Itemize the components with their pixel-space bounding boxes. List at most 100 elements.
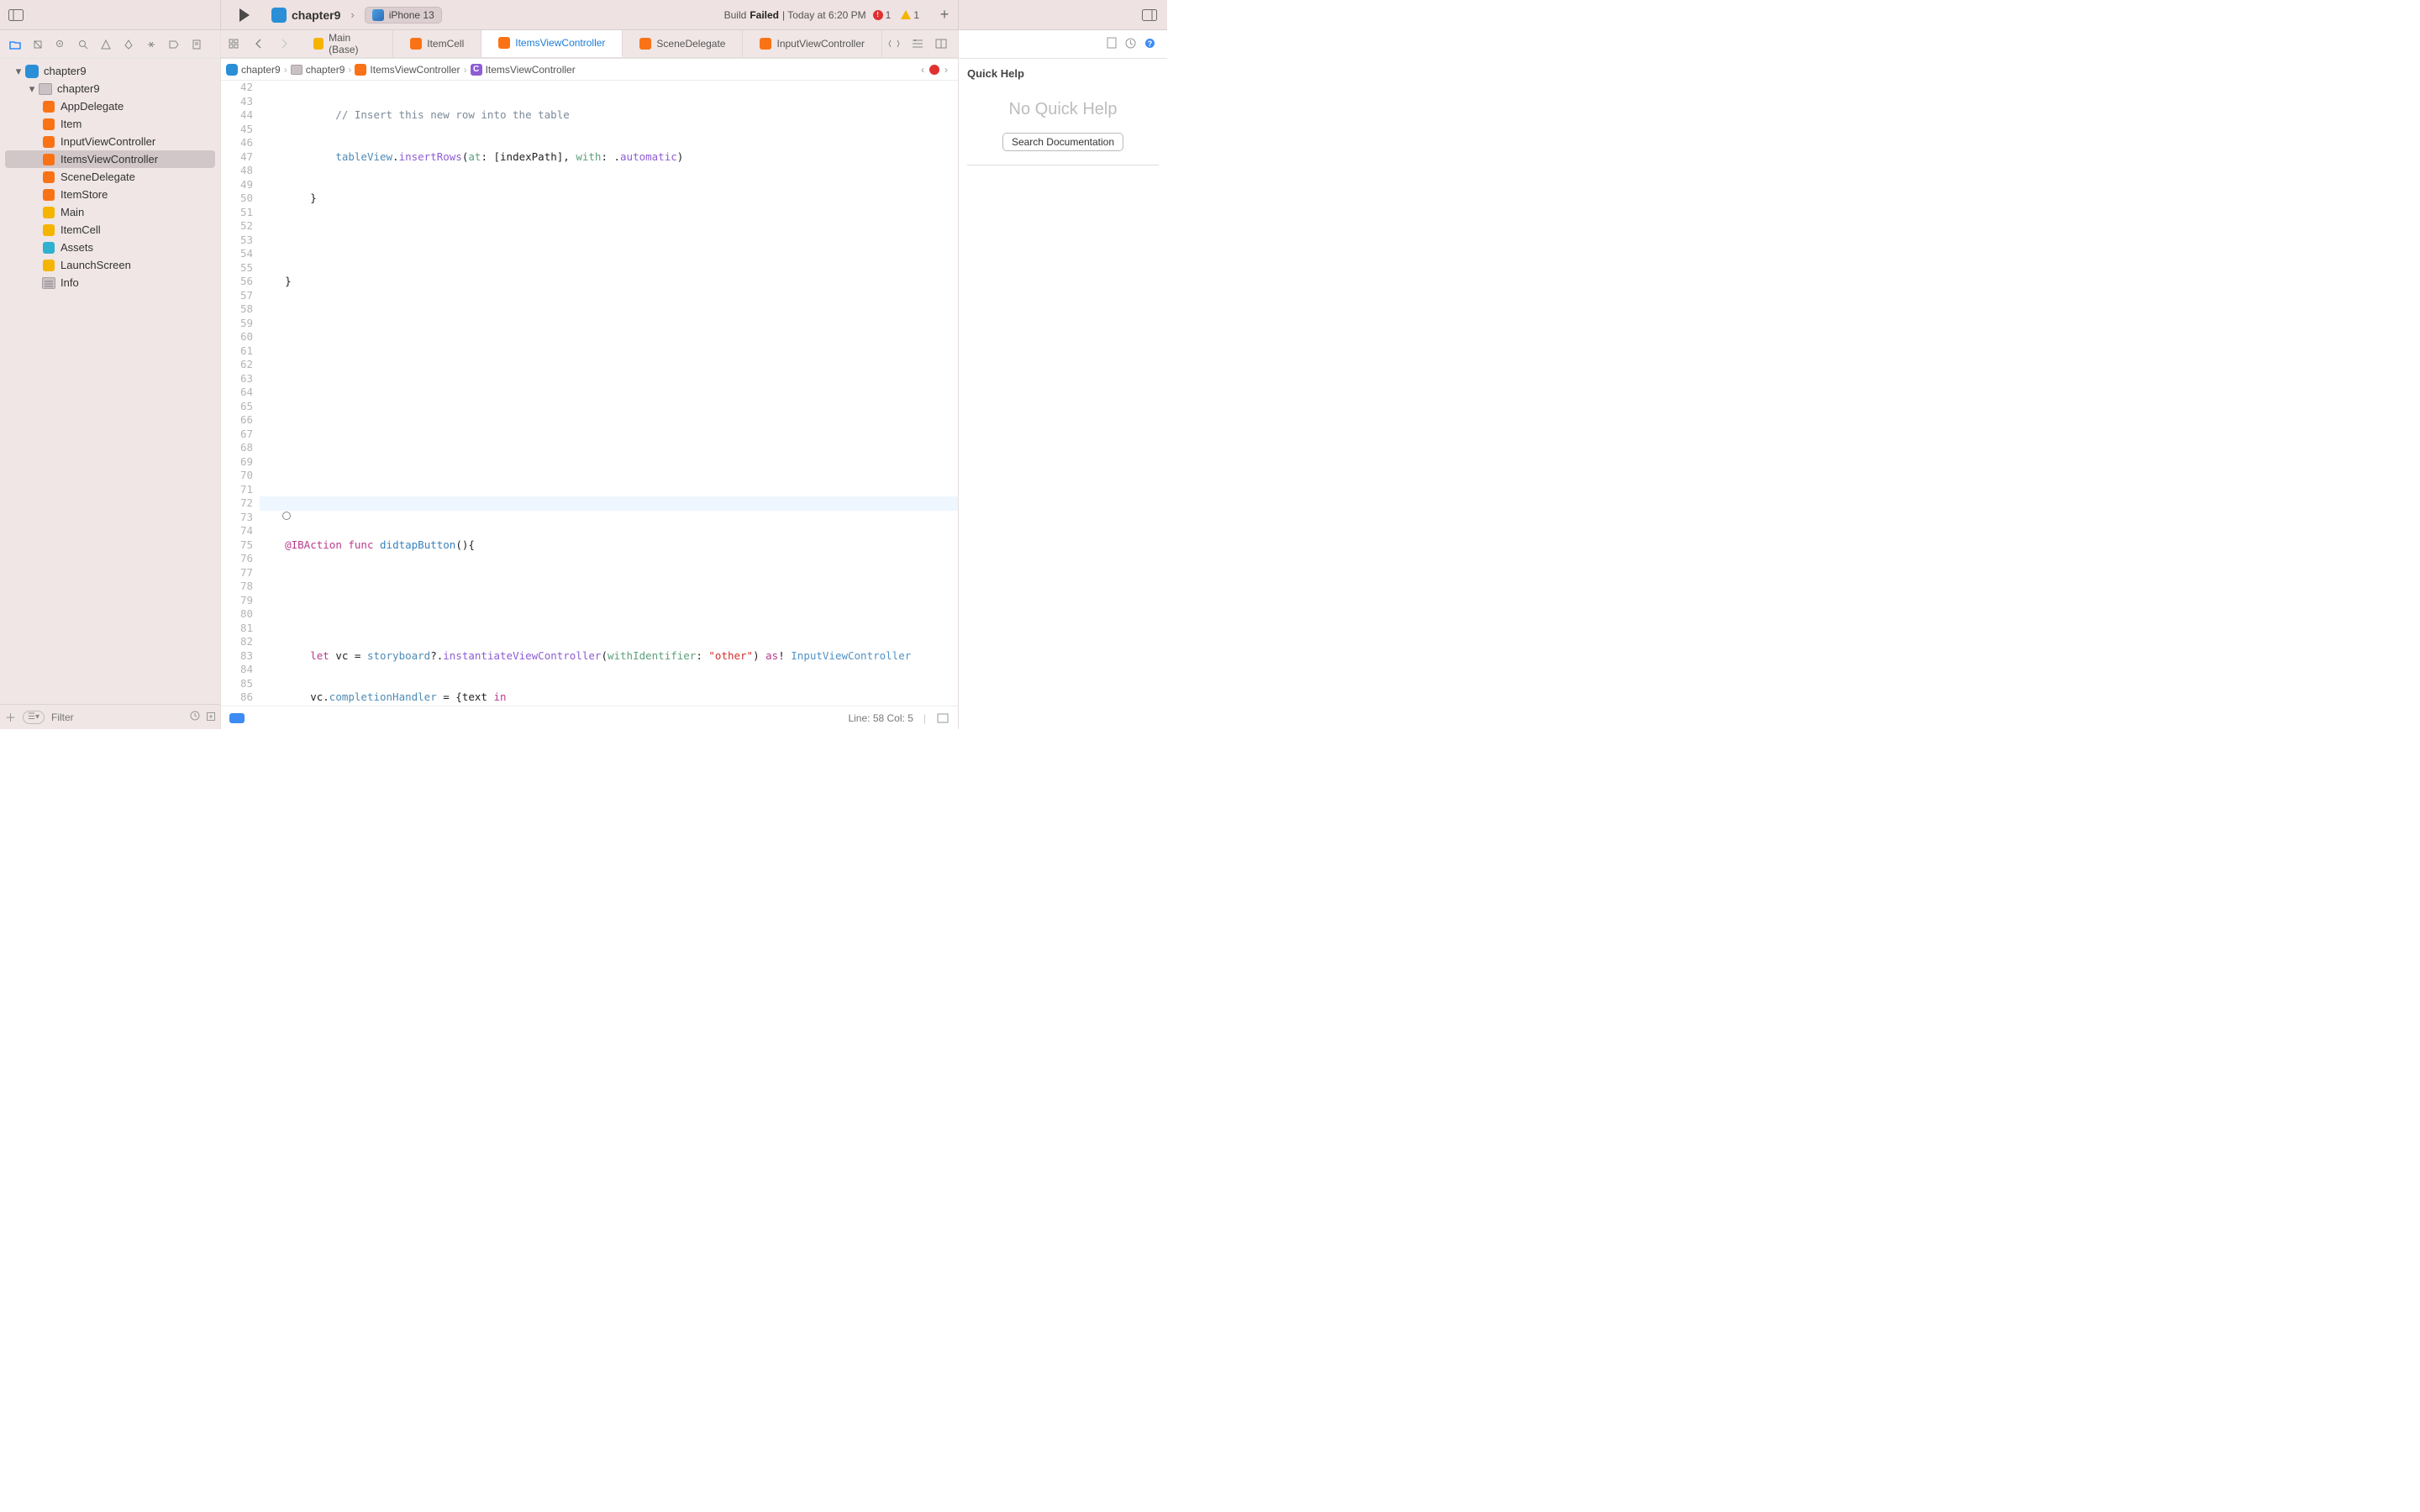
go-forward-icon[interactable] bbox=[271, 30, 297, 57]
gutter-line-number[interactable]: 85 bbox=[221, 677, 253, 691]
gutter-line-number[interactable]: 79 bbox=[221, 594, 253, 608]
gutter-line-number[interactable]: 51 bbox=[221, 206, 253, 220]
prev-issue-icon[interactable]: ‹ bbox=[916, 64, 929, 76]
add-file-icon[interactable]: ＋ bbox=[5, 709, 16, 725]
gutter-line-number[interactable]: 46 bbox=[221, 136, 253, 150]
gutter-line-number[interactable]: 81 bbox=[221, 622, 253, 636]
code-area[interactable]: 4243444546474849505152535455565758596061… bbox=[221, 81, 958, 706]
quick-help-inspector-icon[interactable]: ? bbox=[1144, 38, 1155, 51]
gutter-line-number[interactable]: 57 bbox=[221, 289, 253, 303]
recent-files-icon[interactable] bbox=[882, 39, 906, 49]
gutter-line-number[interactable]: 70 bbox=[221, 469, 253, 483]
activity-view[interactable]: Build Failed | Today at 6:20 PM ! 1 1 bbox=[724, 9, 931, 21]
history-inspector-icon[interactable] bbox=[1125, 38, 1136, 51]
gutter-line-number[interactable]: 73 bbox=[221, 511, 253, 525]
tab-itemsviewcontroller[interactable]: ItemsViewController bbox=[481, 30, 623, 57]
gutter-line-number[interactable]: 74 bbox=[221, 524, 253, 538]
project-navigator-icon[interactable] bbox=[3, 30, 26, 58]
gutter-line-number[interactable]: 63 bbox=[221, 372, 253, 386]
gutter-line-number[interactable]: 61 bbox=[221, 344, 253, 359]
source-control-navigator-icon[interactable] bbox=[26, 30, 49, 58]
disclosure-icon[interactable]: ▾ bbox=[27, 82, 37, 96]
error-icon[interactable] bbox=[929, 65, 939, 75]
jump-segment[interactable]: ItemsViewController bbox=[486, 64, 576, 76]
gutter-line-number[interactable]: 75 bbox=[221, 538, 253, 553]
tree-file-inputviewcontroller[interactable]: InputViewController bbox=[0, 133, 220, 150]
gutter-line-number[interactable]: 50 bbox=[221, 192, 253, 206]
gutter-line-number[interactable]: 49 bbox=[221, 178, 253, 192]
test-navigator-icon[interactable] bbox=[117, 30, 139, 58]
gutter-line-number[interactable]: 72 bbox=[221, 496, 253, 511]
gutter-line-number[interactable]: 80 bbox=[221, 607, 253, 622]
breakpoint-navigator-icon[interactable] bbox=[162, 30, 185, 58]
jump-bar[interactable]: chapter9 › chapter9 › ItemsViewControlle… bbox=[221, 59, 958, 81]
tab-itemcell[interactable]: ItemCell bbox=[393, 30, 481, 57]
filter-input[interactable] bbox=[51, 711, 183, 723]
debug-navigator-icon[interactable] bbox=[139, 30, 162, 58]
gutter-line-number[interactable]: 64 bbox=[221, 386, 253, 400]
gutter-line-number[interactable]: 83 bbox=[221, 649, 253, 664]
gutter-line-number[interactable]: 76 bbox=[221, 552, 253, 566]
tree-group[interactable]: ▾ chapter9 bbox=[0, 80, 220, 97]
search-documentation-button[interactable]: Search Documentation bbox=[1002, 133, 1123, 151]
add-editor-icon[interactable] bbox=[929, 39, 953, 49]
library-toggle-icon[interactable] bbox=[1140, 6, 1159, 24]
tree-file-scenedelegate[interactable]: SceneDelegate bbox=[0, 168, 220, 186]
gutter-line-number[interactable]: 48 bbox=[221, 164, 253, 178]
tree-file-appdelegate[interactable]: AppDelegate bbox=[0, 97, 220, 115]
jump-segment[interactable]: ItemsViewController bbox=[370, 64, 460, 76]
gutter-line-number[interactable]: 54 bbox=[221, 247, 253, 261]
gutter-line-number[interactable]: 53 bbox=[221, 234, 253, 248]
gutter-line-number[interactable]: 42 bbox=[221, 81, 253, 95]
tab-scenedelegate[interactable]: SceneDelegate bbox=[623, 30, 743, 57]
new-tab-button[interactable]: + bbox=[931, 6, 958, 24]
issue-navigator-icon[interactable] bbox=[94, 30, 117, 58]
gutter-line-number[interactable]: 52 bbox=[221, 219, 253, 234]
tree-file-info[interactable]: Info bbox=[0, 274, 220, 291]
scheme-selector[interactable]: chapter9 › iPhone 13 bbox=[268, 0, 450, 29]
tab-inputviewcontroller[interactable]: InputViewController bbox=[743, 30, 882, 57]
run-button[interactable] bbox=[221, 0, 268, 29]
filter-scope-toggle[interactable]: ☰▾ bbox=[23, 711, 45, 724]
sidebar-toggle-icon[interactable] bbox=[7, 6, 25, 24]
code-text[interactable]: // Insert this new row into the table ta… bbox=[260, 81, 958, 706]
adjust-editor-icon[interactable] bbox=[906, 39, 929, 49]
tree-project-root[interactable]: ▾ chapter9 bbox=[0, 62, 220, 80]
tree-file-assets[interactable]: Assets bbox=[0, 239, 220, 256]
next-issue-icon[interactable]: › bbox=[939, 64, 953, 76]
recent-filter-icon[interactable] bbox=[190, 711, 200, 723]
run-destination[interactable]: iPhone 13 bbox=[365, 7, 442, 24]
gutter-line-number[interactable]: 78 bbox=[221, 580, 253, 594]
error-badge[interactable]: ! 1 bbox=[870, 9, 895, 21]
jump-segment[interactable]: chapter9 bbox=[241, 64, 281, 76]
scm-filter-icon[interactable] bbox=[207, 711, 215, 723]
file-inspector-icon[interactable] bbox=[1107, 37, 1117, 51]
go-back-icon[interactable] bbox=[246, 30, 271, 57]
gutter-line-number[interactable]: 56 bbox=[221, 275, 253, 289]
tree-file-itemstore[interactable]: ItemStore bbox=[0, 186, 220, 203]
tree-file-itemcell[interactable]: ItemCell bbox=[0, 221, 220, 239]
gutter-line-number[interactable]: 59 bbox=[221, 317, 253, 331]
gutter-line-number[interactable]: 58 bbox=[221, 302, 253, 317]
gutter-line-number[interactable]: 66 bbox=[221, 413, 253, 428]
gutter-line-number[interactable]: 86 bbox=[221, 690, 253, 705]
gutter-line-number[interactable]: 44 bbox=[221, 108, 253, 123]
related-items-icon[interactable] bbox=[221, 30, 246, 57]
tree-file-item[interactable]: Item bbox=[0, 115, 220, 133]
gutter-line-number[interactable]: 65 bbox=[221, 400, 253, 414]
gutter-line-number[interactable]: 62 bbox=[221, 358, 253, 372]
gutter-line-number[interactable]: 43 bbox=[221, 95, 253, 109]
gutter-line-number[interactable]: 84 bbox=[221, 663, 253, 677]
gutter-line-number[interactable]: 45 bbox=[221, 123, 253, 137]
line-gutter[interactable]: 4243444546474849505152535455565758596061… bbox=[221, 81, 260, 706]
breakpoint-indicator-icon[interactable] bbox=[229, 713, 245, 723]
warning-badge[interactable]: 1 bbox=[897, 9, 923, 21]
symbol-navigator-icon[interactable] bbox=[49, 30, 71, 58]
jump-segment[interactable]: chapter9 bbox=[306, 64, 345, 76]
gutter-line-number[interactable]: 77 bbox=[221, 566, 253, 580]
gutter-line-number[interactable]: 68 bbox=[221, 441, 253, 455]
find-navigator-icon[interactable] bbox=[71, 30, 94, 58]
ibaction-connection-icon[interactable] bbox=[282, 512, 291, 520]
disclosure-icon[interactable]: ▾ bbox=[13, 65, 24, 78]
gutter-line-number[interactable]: 55 bbox=[221, 261, 253, 276]
